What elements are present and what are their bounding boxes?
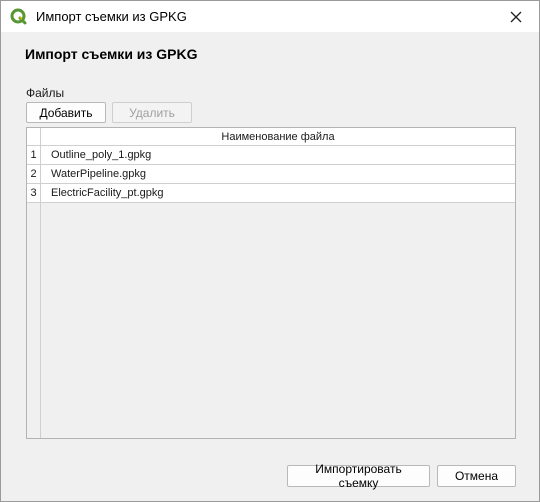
import-dialog-window: Импорт съемки из GPKG Импорт съемки из G… bbox=[0, 0, 540, 502]
close-icon bbox=[510, 11, 522, 22]
filename-cell[interactable]: Outline_poly_1.gpkg bbox=[41, 146, 515, 164]
window-title: Импорт съемки из GPKG bbox=[36, 9, 187, 24]
cancel-button[interactable]: Отмена bbox=[437, 465, 516, 487]
files-table: Наименование файла 1 Outline_poly_1.gpkg… bbox=[26, 127, 516, 439]
add-button[interactable]: Добавить bbox=[26, 102, 106, 123]
files-label: Файлы bbox=[26, 86, 65, 100]
row-number[interactable]: 2 bbox=[27, 165, 41, 183]
delete-button[interactable]: Удалить bbox=[112, 102, 192, 123]
column-header-filename[interactable]: Наименование файла bbox=[41, 128, 515, 146]
row-number[interactable]: 3 bbox=[27, 184, 41, 202]
title-bar: Импорт съемки из GPKG bbox=[1, 1, 539, 32]
row-number[interactable]: 1 bbox=[27, 146, 41, 164]
close-button[interactable] bbox=[493, 1, 539, 32]
table-row[interactable]: 2 WaterPipeline.gpkg bbox=[27, 165, 515, 184]
import-survey-button[interactable]: Импортировать съемку bbox=[287, 462, 430, 490]
table-row[interactable]: 1 Outline_poly_1.gpkg bbox=[27, 146, 515, 165]
table-row[interactable]: 3 ElectricFacility_pt.gpkg bbox=[27, 184, 515, 203]
qgis-logo-icon bbox=[10, 8, 27, 25]
filename-cell[interactable]: WaterPipeline.gpkg bbox=[41, 165, 515, 183]
dialog-heading: Импорт съемки из GPKG bbox=[25, 46, 198, 62]
table-corner[interactable] bbox=[27, 128, 41, 146]
filename-cell[interactable]: ElectricFacility_pt.gpkg bbox=[41, 184, 515, 202]
